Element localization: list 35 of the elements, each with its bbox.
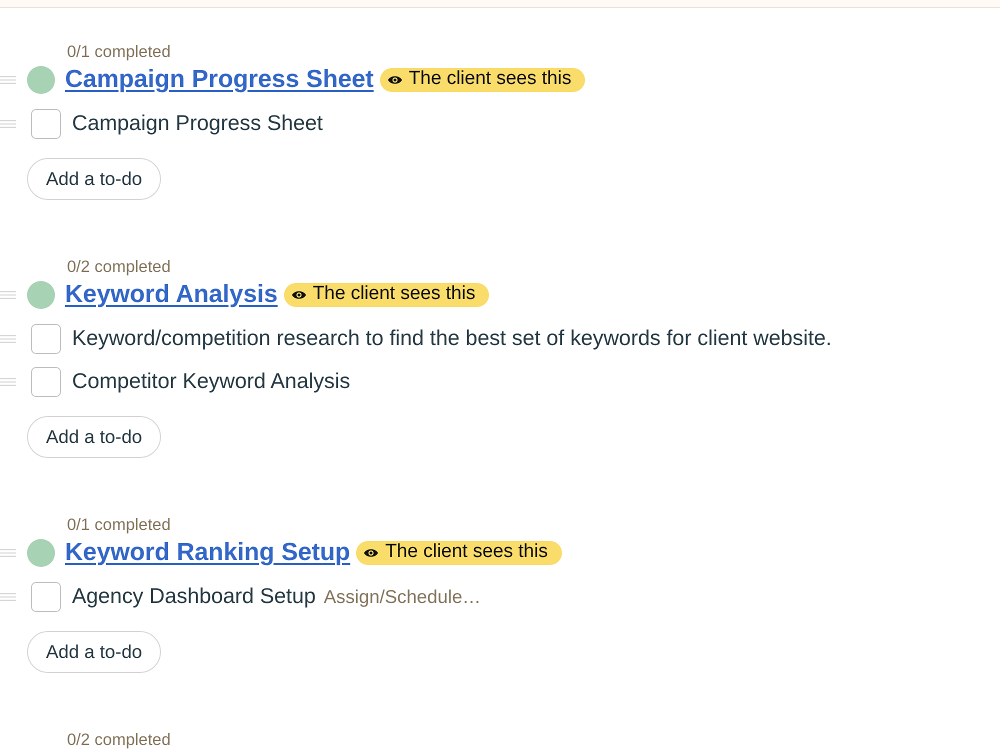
eye-icon: [388, 74, 402, 84]
visibility-text: The client sees this: [408, 67, 572, 92]
eye-icon: [364, 548, 378, 558]
drag-handle-icon[interactable]: [0, 76, 16, 84]
drag-handle-icon[interactable]: [0, 290, 16, 298]
status-dot-icon: [27, 66, 55, 94]
todo-text: Campaign Progress Sheet: [72, 110, 323, 138]
todo-checkbox[interactable]: [31, 366, 61, 396]
todo-text: Keyword/competition research to find the best set of keywords for client website.: [72, 325, 832, 352]
eye-icon: [292, 290, 306, 300]
drag-handle-icon[interactable]: [0, 334, 16, 342]
add-todo-button[interactable]: Add a to-do: [27, 631, 162, 673]
assign-schedule-link[interactable]: Assign/Schedule…: [324, 582, 481, 610]
todo-text: Competitor Keyword Analysis: [72, 368, 350, 396]
visibility-text: The client sees this: [385, 540, 548, 564]
add-todo-button[interactable]: Add a to-do: [27, 416, 162, 458]
drag-handle-icon[interactable]: [0, 378, 16, 386]
todo-checkbox[interactable]: [31, 324, 61, 354]
todo-checkbox[interactable]: [31, 582, 61, 612]
status-dot-icon: [27, 280, 55, 308]
visibility-text: The client sees this: [312, 282, 476, 306]
drag-handle-icon[interactable]: [0, 120, 16, 128]
todo-text: Agency Dashboard Setup: [72, 583, 316, 610]
drag-handle-icon[interactable]: [0, 592, 16, 600]
list-title-link[interactable]: Keyword Ranking Setup: [65, 538, 350, 568]
drag-handle-icon[interactable]: [0, 548, 16, 556]
add-todo-button[interactable]: Add a to-do: [27, 158, 162, 200]
list-title-link[interactable]: Keyword Analysis: [65, 280, 278, 310]
status-dot-icon: [27, 538, 55, 566]
list-title-link[interactable]: Campaign Progress Sheet: [65, 64, 374, 94]
progress-text: 0/1 completed: [67, 517, 171, 534]
progress-text: 0/2 completed: [67, 732, 171, 749]
progress-text: 0/2 completed: [67, 259, 171, 276]
todo-checkbox[interactable]: [31, 108, 61, 138]
progress-text: 0/1 completed: [67, 44, 171, 61]
